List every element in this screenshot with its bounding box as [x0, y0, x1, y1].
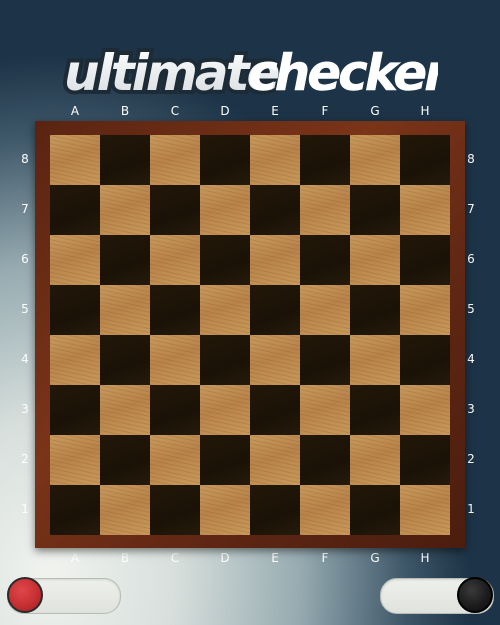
square-d5[interactable]	[200, 285, 250, 335]
square-g8[interactable]	[350, 135, 400, 185]
col-label-b: B	[120, 551, 130, 565]
square-g5[interactable]	[350, 285, 400, 335]
square-a6[interactable]	[50, 235, 100, 285]
square-c3[interactable]	[150, 385, 200, 435]
square-a7[interactable]	[50, 185, 100, 235]
square-d2[interactable]	[200, 435, 250, 485]
col-label-a: A	[70, 104, 80, 118]
col-label-e: E	[271, 104, 279, 118]
square-h8[interactable]	[400, 135, 450, 185]
square-f4[interactable]	[300, 335, 350, 385]
row-label-7: 7	[21, 202, 29, 216]
col-label-g: G	[370, 104, 380, 118]
row-label-3: 3	[21, 402, 29, 416]
square-e1[interactable]	[250, 485, 300, 535]
square-h4[interactable]	[400, 335, 450, 385]
game-logo: ultimate ultimate checkers	[62, 40, 438, 102]
row-label-5: 5	[21, 302, 29, 316]
square-h7[interactable]	[400, 185, 450, 235]
col-label-a: A	[70, 551, 80, 565]
square-g3[interactable]	[350, 385, 400, 435]
col-label-d: D	[220, 551, 230, 565]
square-f2[interactable]	[300, 435, 350, 485]
square-d7[interactable]	[200, 185, 250, 235]
square-f1[interactable]	[300, 485, 350, 535]
col-label-c: C	[170, 104, 180, 118]
square-g6[interactable]	[350, 235, 400, 285]
red-player-piece-icon	[7, 577, 43, 613]
square-e5[interactable]	[250, 285, 300, 335]
square-e6[interactable]	[250, 235, 300, 285]
col-label-d: D	[220, 104, 230, 118]
square-f6[interactable]	[300, 235, 350, 285]
square-d4[interactable]	[200, 335, 250, 385]
square-b1[interactable]	[100, 485, 150, 535]
square-h1[interactable]	[400, 485, 450, 535]
square-c6[interactable]	[150, 235, 200, 285]
square-b3[interactable]	[100, 385, 150, 435]
square-e7[interactable]	[250, 185, 300, 235]
square-h5[interactable]	[400, 285, 450, 335]
square-a8[interactable]	[50, 135, 100, 185]
square-a2[interactable]	[50, 435, 100, 485]
row-label-1: 1	[21, 502, 29, 516]
col-label-h: H	[420, 104, 430, 118]
square-b5[interactable]	[100, 285, 150, 335]
row-label-2: 2	[21, 452, 29, 466]
square-c2[interactable]	[150, 435, 200, 485]
square-h6[interactable]	[400, 235, 450, 285]
square-b6[interactable]	[100, 235, 150, 285]
square-a5[interactable]	[50, 285, 100, 335]
logo-text-checkers: checkers	[248, 44, 438, 102]
square-d3[interactable]	[200, 385, 250, 435]
col-label-b: B	[120, 104, 130, 118]
square-a1[interactable]	[50, 485, 100, 535]
square-f7[interactable]	[300, 185, 350, 235]
square-g1[interactable]	[350, 485, 400, 535]
board-grid	[50, 135, 450, 535]
square-h3[interactable]	[400, 385, 450, 435]
square-c1[interactable]	[150, 485, 200, 535]
square-f8[interactable]	[300, 135, 350, 185]
square-a4[interactable]	[50, 335, 100, 385]
col-label-f: F	[321, 551, 329, 565]
square-c8[interactable]	[150, 135, 200, 185]
square-g4[interactable]	[350, 335, 400, 385]
square-b2[interactable]	[100, 435, 150, 485]
logo-text-ultimate: ultimate	[64, 44, 279, 102]
square-f5[interactable]	[300, 285, 350, 335]
square-h2[interactable]	[400, 435, 450, 485]
square-g2[interactable]	[350, 435, 400, 485]
col-label-c: C	[170, 551, 180, 565]
checkers-board	[35, 121, 465, 548]
square-e2[interactable]	[250, 435, 300, 485]
square-c4[interactable]	[150, 335, 200, 385]
col-label-f: F	[321, 104, 329, 118]
square-f3[interactable]	[300, 385, 350, 435]
square-b4[interactable]	[100, 335, 150, 385]
col-label-e: E	[271, 551, 279, 565]
black-player-piece-icon	[457, 577, 493, 613]
row-label-8: 8	[21, 152, 29, 166]
row-label-6: 6	[21, 252, 29, 266]
square-e8[interactable]	[250, 135, 300, 185]
square-d8[interactable]	[200, 135, 250, 185]
square-b7[interactable]	[100, 185, 150, 235]
row-label-4: 4	[21, 352, 29, 366]
col-label-h: H	[420, 551, 430, 565]
square-g7[interactable]	[350, 185, 400, 235]
square-c7[interactable]	[150, 185, 200, 235]
col-label-g: G	[370, 551, 380, 565]
square-e4[interactable]	[250, 335, 300, 385]
square-b8[interactable]	[100, 135, 150, 185]
square-d1[interactable]	[200, 485, 250, 535]
square-a3[interactable]	[50, 385, 100, 435]
square-d6[interactable]	[200, 235, 250, 285]
square-c5[interactable]	[150, 285, 200, 335]
square-e3[interactable]	[250, 385, 300, 435]
